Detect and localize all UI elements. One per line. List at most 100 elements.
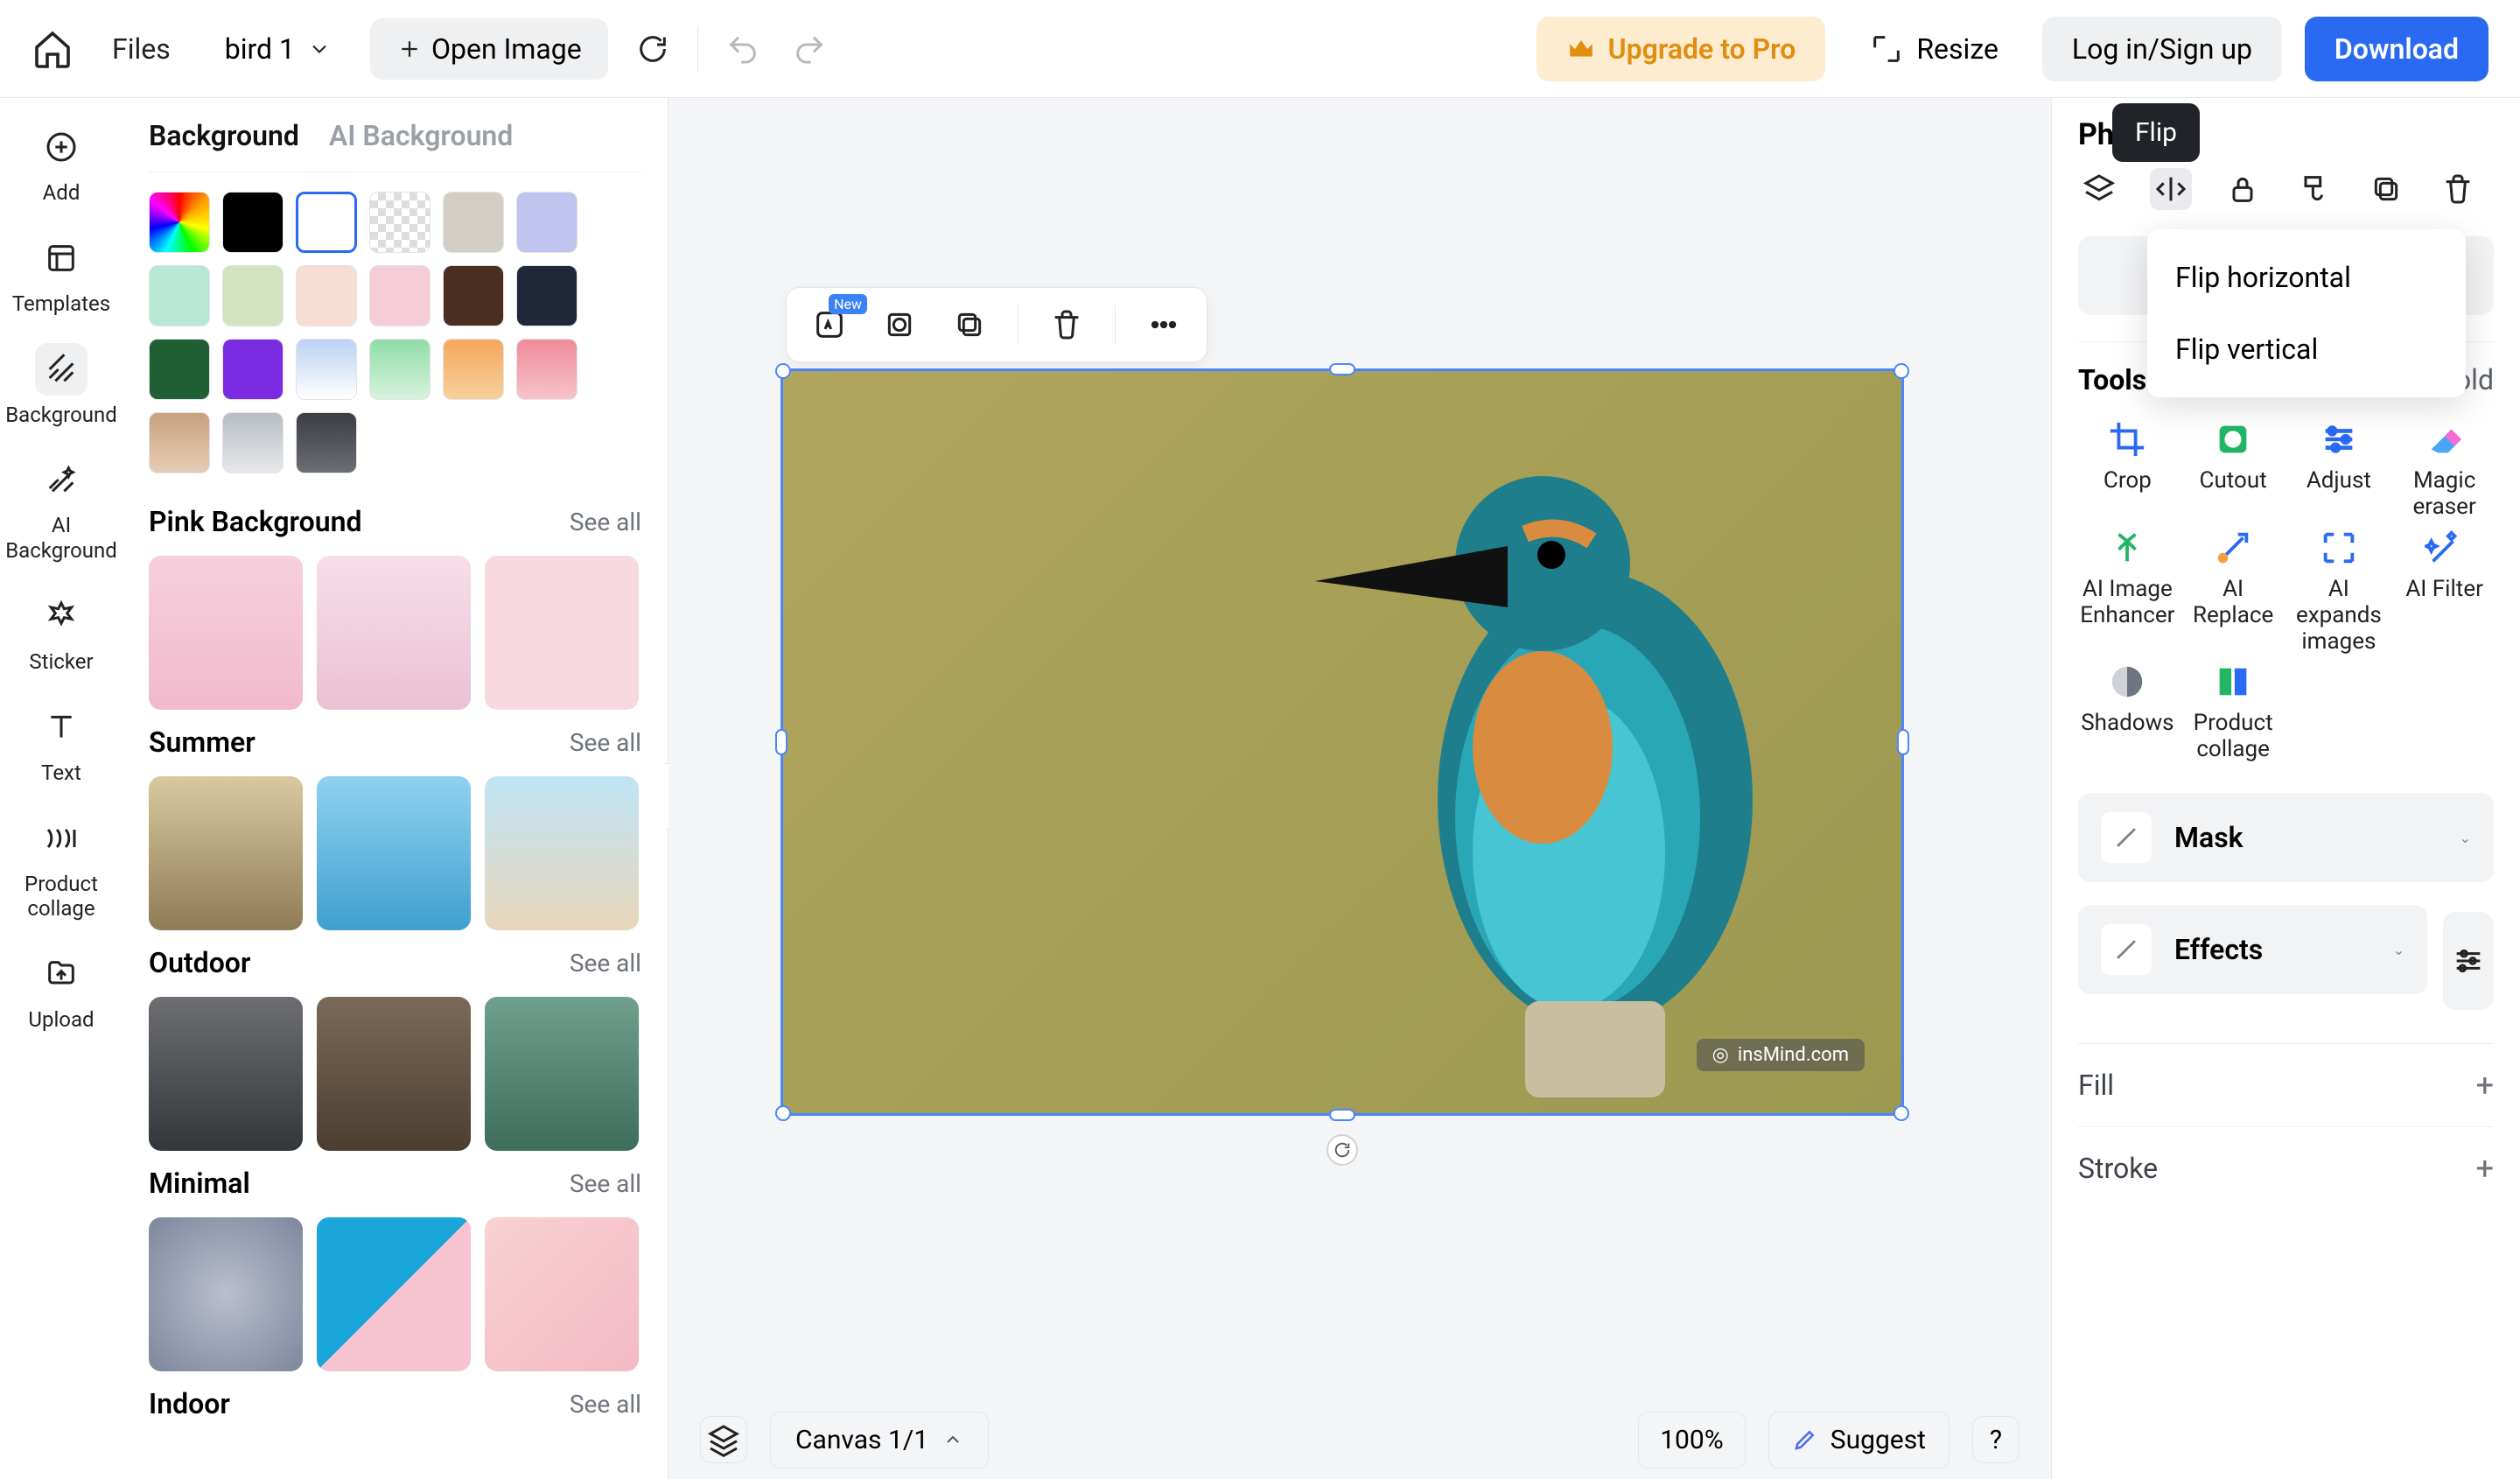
- paint-icon[interactable]: [2293, 168, 2335, 210]
- effects-settings-button[interactable]: [2443, 912, 2494, 1010]
- copy-icon[interactable]: [2365, 168, 2407, 210]
- rail-text[interactable]: Text: [35, 701, 88, 786]
- see-all-link[interactable]: See all: [570, 1390, 641, 1419]
- trash-icon[interactable]: [2437, 168, 2479, 210]
- bg-thumb[interactable]: [149, 776, 303, 930]
- open-image-button[interactable]: Open Image: [370, 18, 608, 80]
- tool-ai-filter[interactable]: AI Filter: [2395, 528, 2494, 655]
- swatch-transparent[interactable]: [369, 192, 430, 253]
- rail-templates[interactable]: Templates: [12, 232, 110, 317]
- redo-button[interactable]: [788, 27, 831, 71]
- tool-shadows[interactable]: Shadows: [2078, 662, 2177, 763]
- tab-ai-background[interactable]: AI Background: [329, 119, 513, 152]
- undo-button[interactable]: [721, 27, 765, 71]
- mask-block[interactable]: Mask ⌄: [2078, 793, 2494, 882]
- bg-thumb[interactable]: [149, 997, 303, 1151]
- see-all-link[interactable]: See all: [570, 508, 641, 536]
- flip-vertical[interactable]: Flip vertical: [2147, 313, 2466, 385]
- resize-handle[interactable]: [775, 1105, 791, 1121]
- resize-handle[interactable]: [1897, 729, 1909, 755]
- bg-thumb[interactable]: [317, 997, 471, 1151]
- help-button[interactable]: ?: [1972, 1416, 2020, 1463]
- tool-crop[interactable]: Crop: [2078, 419, 2177, 521]
- swatch[interactable]: [443, 265, 504, 326]
- rail-product-collage[interactable]: Product collage: [24, 812, 98, 922]
- tool-ai-replace[interactable]: AI Replace: [2184, 528, 2283, 655]
- tab-background[interactable]: Background: [149, 119, 299, 152]
- swatch[interactable]: [222, 412, 284, 473]
- rail-add[interactable]: Add: [35, 121, 88, 206]
- delete-button[interactable]: [1045, 303, 1088, 347]
- rail-upload[interactable]: Upload: [28, 948, 94, 1033]
- tool-magic-eraser[interactable]: Magic eraser: [2395, 419, 2494, 521]
- effects-block[interactable]: Effects ⌄: [2078, 905, 2427, 994]
- layers-button[interactable]: [700, 1416, 747, 1463]
- resize-handle[interactable]: [1894, 1105, 1909, 1121]
- see-all-link[interactable]: See all: [570, 728, 641, 757]
- frame-button[interactable]: [878, 303, 921, 347]
- swatch-picker[interactable]: [149, 192, 210, 253]
- download-button[interactable]: Download: [2305, 17, 2488, 81]
- swatch[interactable]: [369, 339, 430, 400]
- bg-thumb[interactable]: [149, 1217, 303, 1371]
- canvas-area[interactable]: New ◎insMind.com Can: [668, 98, 2051, 1479]
- tool-ai-expand[interactable]: AI expands images: [2290, 528, 2389, 655]
- swatch[interactable]: [222, 192, 284, 253]
- suggest-button[interactable]: Suggest: [1768, 1412, 1950, 1468]
- home-icon[interactable]: [32, 28, 74, 70]
- tool-ai-enhancer[interactable]: AI Image Enhancer: [2078, 528, 2177, 655]
- swatch[interactable]: [296, 265, 357, 326]
- swatch[interactable]: [443, 192, 504, 253]
- files-menu[interactable]: Files: [96, 22, 186, 76]
- swatch[interactable]: [222, 265, 284, 326]
- flip-icon[interactable]: [2150, 168, 2192, 210]
- swatch[interactable]: [516, 265, 578, 326]
- swatch[interactable]: [149, 412, 210, 473]
- bg-thumb[interactable]: [485, 1217, 639, 1371]
- swatch[interactable]: [222, 339, 284, 400]
- resize-button[interactable]: Resize: [1848, 16, 2020, 82]
- login-button[interactable]: Log in/Sign up: [2042, 17, 2282, 81]
- tool-adjust[interactable]: Adjust: [2290, 419, 2389, 521]
- swatch[interactable]: [149, 339, 210, 400]
- swatch[interactable]: [149, 265, 210, 326]
- sync-icon[interactable]: [631, 27, 675, 71]
- resize-handle[interactable]: [775, 363, 791, 379]
- bg-thumb[interactable]: [317, 776, 471, 930]
- see-all-link[interactable]: See all: [570, 1169, 641, 1198]
- ai-tool-button[interactable]: New: [808, 303, 851, 347]
- canvas-pager[interactable]: Canvas 1/1: [770, 1412, 989, 1468]
- rotate-handle[interactable]: [1326, 1134, 1358, 1166]
- swatch[interactable]: [369, 265, 430, 326]
- fill-row[interactable]: Fill+: [2078, 1043, 2494, 1126]
- bg-thumb[interactable]: [317, 1217, 471, 1371]
- swatch[interactable]: [516, 192, 578, 253]
- upgrade-button[interactable]: Upgrade to Pro: [1536, 17, 1826, 81]
- resize-handle[interactable]: [1329, 1109, 1355, 1121]
- bg-thumb[interactable]: [485, 997, 639, 1151]
- swatch-selected[interactable]: [296, 192, 357, 253]
- tool-cutout[interactable]: Cutout: [2184, 419, 2283, 521]
- bg-thumb[interactable]: [485, 776, 639, 930]
- filename-dropdown[interactable]: bird 1: [209, 22, 347, 76]
- tool-product-collage[interactable]: Product collage: [2184, 662, 2283, 763]
- resize-handle[interactable]: [1329, 363, 1355, 375]
- zoom-level[interactable]: 100%: [1638, 1412, 1746, 1468]
- bg-thumb[interactable]: [485, 556, 639, 710]
- swatch[interactable]: [516, 339, 578, 400]
- rail-sticker[interactable]: Sticker: [29, 590, 93, 675]
- selected-photo[interactable]: ◎insMind.com: [780, 368, 1904, 1116]
- layers-icon[interactable]: [2078, 168, 2120, 210]
- see-all-link[interactable]: See all: [570, 949, 641, 978]
- stroke-row[interactable]: Stroke+: [2078, 1126, 2494, 1209]
- rail-ai-background[interactable]: AI Background: [5, 453, 117, 564]
- swatch[interactable]: [296, 412, 357, 473]
- more-button[interactable]: [1142, 303, 1186, 347]
- duplicate-button[interactable]: [948, 303, 991, 347]
- swatch[interactable]: [443, 339, 504, 400]
- resize-handle[interactable]: [1894, 363, 1909, 379]
- swatch[interactable]: [296, 339, 357, 400]
- flip-horizontal[interactable]: Flip horizontal: [2147, 242, 2466, 313]
- resize-handle[interactable]: [775, 729, 788, 755]
- rail-background[interactable]: Background: [5, 343, 117, 428]
